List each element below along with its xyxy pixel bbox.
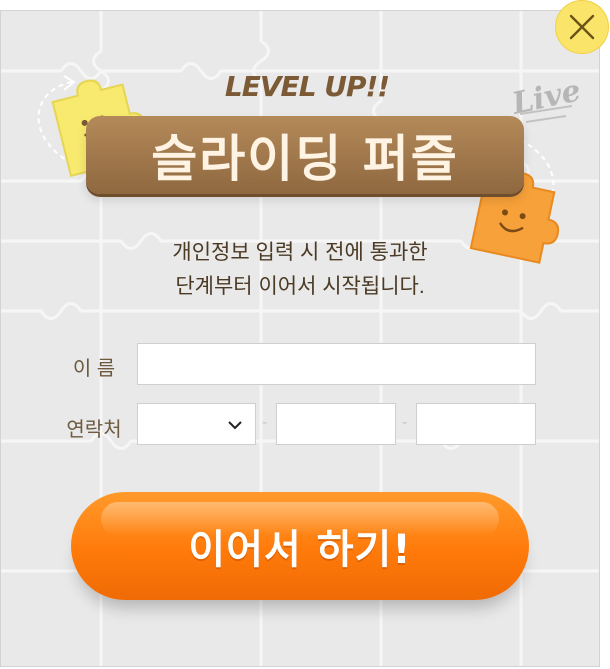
phone-label: 연락처 xyxy=(66,419,122,441)
continue-button[interactable]: 이어서 하기! xyxy=(71,492,529,600)
phone-separator-1: - xyxy=(262,414,268,431)
name-input[interactable] xyxy=(137,343,536,385)
description: 개인정보 입력 시 전에 통과한 단계부터 이어서 시작됩니다. xyxy=(0,236,600,304)
description-line-1: 개인정보 입력 시 전에 통과한 xyxy=(172,241,428,264)
continue-button-label: 이어서 하기! xyxy=(188,527,412,573)
description-line-2: 단계부터 이어서 시작됩니다. xyxy=(175,275,425,298)
phone-prefix-select[interactable] xyxy=(137,403,256,445)
level-up-text: LEVEL UP!! xyxy=(224,70,390,103)
name-label: 이 름 xyxy=(72,358,116,380)
chevron-down-icon xyxy=(228,421,242,430)
page-title: 슬라이딩 퍼즐 xyxy=(151,130,459,188)
phone-last-input[interactable] xyxy=(416,403,536,445)
phone-separator-2: - xyxy=(402,414,408,431)
phone-middle-input[interactable] xyxy=(276,403,396,445)
